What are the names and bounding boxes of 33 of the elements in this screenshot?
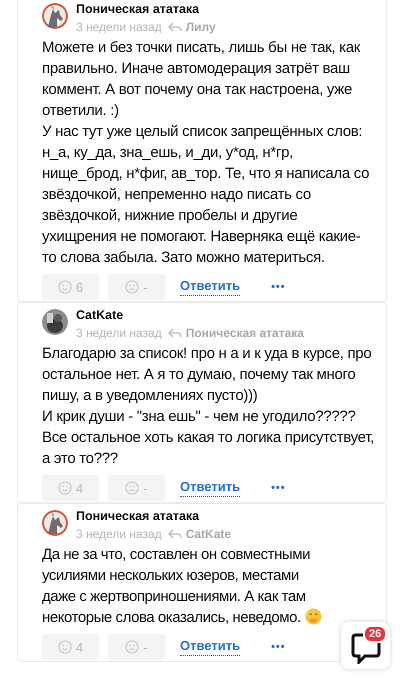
comment-text: И крик души - "зна ешь" - чем не угодило????? Все остальное хоть какая то логика присутствует, а это то??? <box>42 407 374 469</box>
reply-link[interactable]: Ответить <box>180 278 240 296</box>
author-name[interactable]: Поническая ататака <box>76 509 232 524</box>
sad-face-icon <box>125 640 140 654</box>
reply-to-name[interactable]: CatKate <box>186 526 232 542</box>
more-button[interactable]: ••• <box>271 482 286 494</box>
comment-time: 3 недели назад <box>76 325 162 341</box>
comment-text: Да не за что, составлен он совместными усилиями нескольких юзеров, местами даже с жертвоприношениями. А как там некоторые слова оказались, неведомо. <box>42 544 336 628</box>
smiley-face-icon <box>58 280 72 294</box>
comment-time: 3 недели назад <box>76 19 162 35</box>
reply-arrow-icon <box>168 328 182 338</box>
reply-to-name[interactable]: Поническая ататака <box>186 325 304 341</box>
reply-arrow-icon <box>168 529 182 539</box>
comment-text: Благодарю за список! про н а и к уда в курсе, про остальное нет. А я то думаю, почему так много пишу, а в уведомлениях пусто))) <box>42 344 372 406</box>
sad-face-icon <box>125 481 140 495</box>
sad-face-icon <box>125 280 140 294</box>
more-button[interactable]: ••• <box>271 641 286 653</box>
reply-arrow-icon <box>168 22 182 32</box>
avatar-icon <box>42 3 68 29</box>
chat-button[interactable]: 26 <box>341 622 390 669</box>
notification-badge: 26 <box>363 625 388 643</box>
smiley-face-icon <box>58 640 72 654</box>
more-button[interactable]: ••• <box>271 281 286 293</box>
author-name[interactable]: CatKate <box>76 308 304 323</box>
avatar-icon <box>42 510 68 536</box>
smiley-face-icon <box>58 481 72 495</box>
comment-text: Можете и без точки писать, лишь бы не так, как правильно. Иначе автомодерация затрёт ваш коммент. А вот почему она так настроена, уже ответили. :) <box>42 38 362 121</box>
comment-text: У нас тут уже целый список запрещённых слов: н_а, ку_да, зна_ешь, и_ди, у*од, н*гр, нище_брод, н*фиг, ав_тор. Те, что я написала со звёздочкой, непременно надо писать со звёздочкой, нижние пробелы и другие ухищрения не помогают. Наверняка ещё какие-то слова забыла. Зато можно материться. <box>42 122 370 268</box>
reply-link[interactable]: Ответить <box>180 479 240 497</box>
author-name[interactable]: Поническая ататака <box>76 2 216 17</box>
comment-time: 3 недели назад <box>76 526 162 542</box>
reply-to-name[interactable]: Лилу <box>186 19 216 35</box>
reply-link[interactable]: Ответить <box>180 638 240 656</box>
